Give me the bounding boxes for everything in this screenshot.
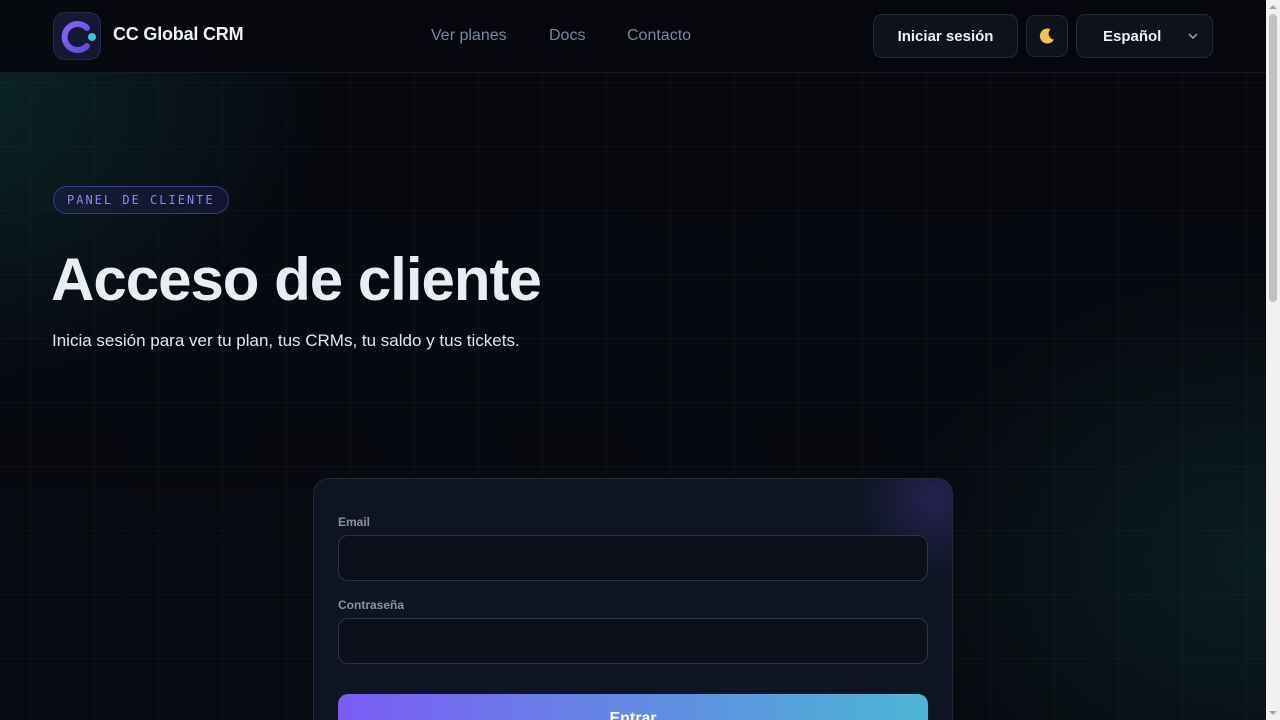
top-header: CC Global CRM Ver planes Docs Contacto I… [0,0,1266,73]
section-badge: PANEL DE CLIENTE [53,186,229,214]
scrollbar-thumb[interactable] [1269,14,1277,302]
vertical-scrollbar[interactable] [1266,0,1280,720]
nav-link-docs[interactable]: Docs [549,27,585,45]
scroll-up-icon[interactable] [1269,4,1277,10]
submit-button[interactable]: Entrar [338,694,928,720]
nav-link-contacto[interactable]: Contacto [627,27,691,45]
email-field[interactable] [338,535,928,581]
language-select[interactable]: Español [1076,14,1213,58]
login-button[interactable]: Iniciar sesión [873,14,1018,58]
scroll-down-icon[interactable] [1269,710,1277,716]
page-title: Acceso de cliente [51,246,542,313]
login-card: Email Contraseña Entrar [313,478,953,720]
brand-logo[interactable] [53,12,101,60]
password-field[interactable] [338,618,928,664]
email-label: Email [338,515,371,529]
theme-toggle-button[interactable] [1026,15,1068,57]
nav-link-ver-planes[interactable]: Ver planes [431,27,507,45]
password-label: Contraseña [338,598,405,612]
logo-c-icon [61,21,96,53]
moon-icon [1039,28,1054,44]
brand-name[interactable]: CC Global CRM [113,24,244,45]
language-selected: Español [1103,28,1162,45]
chevron-down-icon [1188,33,1198,39]
page-subtitle: Inicia sesión para ver tu plan, tus CRMs… [52,331,520,350]
